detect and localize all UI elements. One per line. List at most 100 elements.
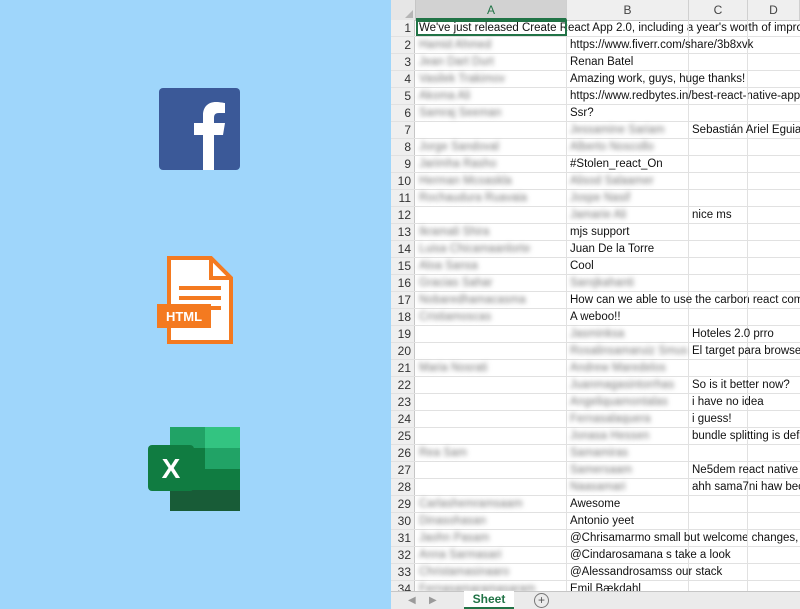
cell-c[interactable]	[689, 241, 748, 257]
row-header[interactable]: 1	[391, 20, 415, 36]
cell-a[interactable]: Rea Sam	[416, 445, 567, 461]
row-header[interactable]: 24	[391, 411, 415, 427]
cell-a[interactable]: Carlashemramsaam	[416, 496, 567, 512]
cell-a[interactable]: Gracias Sahar	[416, 275, 567, 291]
cell-a[interactable]: Anna Sarmasari	[416, 547, 567, 563]
cell-b[interactable]: @Chrisamarmo small but welcome changes, …	[567, 530, 800, 546]
select-all-corner[interactable]	[391, 0, 416, 20]
row-header[interactable]: 20	[391, 343, 415, 359]
row-header[interactable]: 14	[391, 241, 415, 257]
cell-b[interactable]: Ssr?	[567, 105, 689, 121]
cell-a[interactable]: Jean Dart Durt	[416, 54, 567, 70]
row-header[interactable]: 21	[391, 360, 415, 376]
cell-c[interactable]	[689, 496, 748, 512]
cell-d[interactable]	[748, 394, 800, 410]
row-header[interactable]: 19	[391, 326, 415, 342]
cell-b[interactable]: Fernasalaquera	[567, 411, 689, 427]
row-header[interactable]: 27	[391, 462, 415, 478]
cell-a[interactable]	[416, 343, 567, 359]
cell-a[interactable]: Nobaredhamacasma	[416, 292, 567, 308]
cell-c[interactable]	[689, 139, 748, 155]
row-header[interactable]: 2	[391, 37, 415, 53]
cell-d[interactable]	[748, 258, 800, 274]
cell-a[interactable]: Cristiamoscas	[416, 309, 567, 325]
cell-c[interactable]	[689, 445, 748, 461]
cell-d[interactable]	[748, 547, 800, 563]
row-header[interactable]: 26	[391, 445, 415, 461]
cell-d[interactable]	[748, 360, 800, 376]
sheet-tab[interactable]: Sheet	[464, 591, 514, 609]
cell-a[interactable]	[416, 462, 567, 478]
cell-a[interactable]	[416, 326, 567, 342]
cell-d[interactable]	[748, 224, 800, 240]
cell-d[interactable]	[748, 411, 800, 427]
cell-b[interactable]: Alberto Noscollo	[567, 139, 689, 155]
cell-a[interactable]: Vasilek Trakimov	[416, 71, 567, 87]
cell-b[interactable]: Alisod Salaamer	[567, 173, 689, 189]
cell-d[interactable]	[748, 564, 800, 580]
cell-b[interactable]: How can we able to use the carbon react …	[567, 292, 800, 308]
cell-c[interactable]	[689, 292, 748, 308]
cell-c[interactable]	[689, 258, 748, 274]
cell-b[interactable]: Antonio yeet	[567, 513, 689, 529]
cell-a[interactable]	[416, 411, 567, 427]
cell-b[interactable]: mjs support	[567, 224, 689, 240]
cell-c[interactable]: Ne5dem react native	[689, 462, 798, 478]
row-header[interactable]: 11	[391, 190, 415, 206]
cell-a[interactable]: Maria Nosrati	[416, 360, 567, 376]
html-file-icon[interactable]: HTML	[155, 256, 235, 344]
column-header-d[interactable]: D	[748, 0, 800, 20]
cell-b[interactable]: Jamarie Ali	[567, 207, 689, 223]
cell-b[interactable]: Rosalinsamaruiz Smus	[567, 343, 689, 359]
row-header[interactable]: 3	[391, 54, 415, 70]
cell-a[interactable]: Jaohn Pasam	[416, 530, 567, 546]
row-header[interactable]: 31	[391, 530, 415, 546]
cell-c[interactable]	[689, 37, 748, 53]
cell-a[interactable]: Luisa Chicamaanlorte	[416, 241, 567, 257]
row-header[interactable]: 28	[391, 479, 415, 495]
cell-b[interactable]: Renan Batel	[567, 54, 689, 70]
cell-a[interactable]: Christamasinaaro	[416, 564, 567, 580]
row-header[interactable]: 32	[391, 547, 415, 563]
cell-d[interactable]	[748, 156, 800, 172]
cell-d[interactable]	[748, 530, 800, 546]
cell-b[interactable]: Juan De la Torre	[567, 241, 689, 257]
row-header[interactable]: 17	[391, 292, 415, 308]
cell-d[interactable]	[748, 190, 800, 206]
cell-b[interactable]: Jospe Nasif	[567, 190, 689, 206]
column-header-b[interactable]: B	[567, 0, 689, 20]
cell-b[interactable]: Andrew Maredelos	[567, 360, 689, 376]
cell-c[interactable]	[689, 513, 748, 529]
cell-a[interactable]: Akoma Ali	[416, 88, 567, 104]
cell-d[interactable]	[748, 479, 800, 495]
cell-c[interactable]	[689, 275, 748, 291]
cell-a[interactable]	[416, 207, 567, 223]
cell-d[interactable]	[748, 139, 800, 155]
cell-b[interactable]: Jessamine Sariam	[567, 122, 689, 138]
cell-a[interactable]: Aloa Sansa	[416, 258, 567, 274]
cell-d[interactable]	[748, 292, 800, 308]
row-header[interactable]: 15	[391, 258, 415, 274]
cell-b[interactable]: Juanmagasintorrhas	[567, 377, 689, 393]
cell-c[interactable]	[689, 190, 748, 206]
row-header[interactable]: 8	[391, 139, 415, 155]
cell-c[interactable]	[689, 88, 748, 104]
cell-c[interactable]	[689, 105, 748, 121]
cell-c[interactable]	[689, 71, 748, 87]
scroll-right-icon[interactable]: ▶	[429, 595, 437, 606]
cell-d[interactable]	[748, 462, 800, 478]
row-header[interactable]: 13	[391, 224, 415, 240]
cell-c[interactable]	[689, 224, 748, 240]
cell-c[interactable]	[689, 20, 748, 36]
cell-c[interactable]: i have no idea	[689, 394, 764, 410]
cell-d[interactable]	[748, 207, 800, 223]
cell-a[interactable]: Jarimha Rasho	[416, 156, 567, 172]
cell-d[interactable]	[748, 173, 800, 189]
cell-d[interactable]	[748, 105, 800, 121]
cell-c[interactable]	[689, 309, 748, 325]
cell-b[interactable]: #Stolen_react_On	[567, 156, 689, 172]
cell-a[interactable]: Rochaudura Ruavaia	[416, 190, 567, 206]
cell-b[interactable]: Jonasa Hessen	[567, 428, 689, 444]
row-header[interactable]: 10	[391, 173, 415, 189]
cell-a[interactable]	[416, 122, 567, 138]
